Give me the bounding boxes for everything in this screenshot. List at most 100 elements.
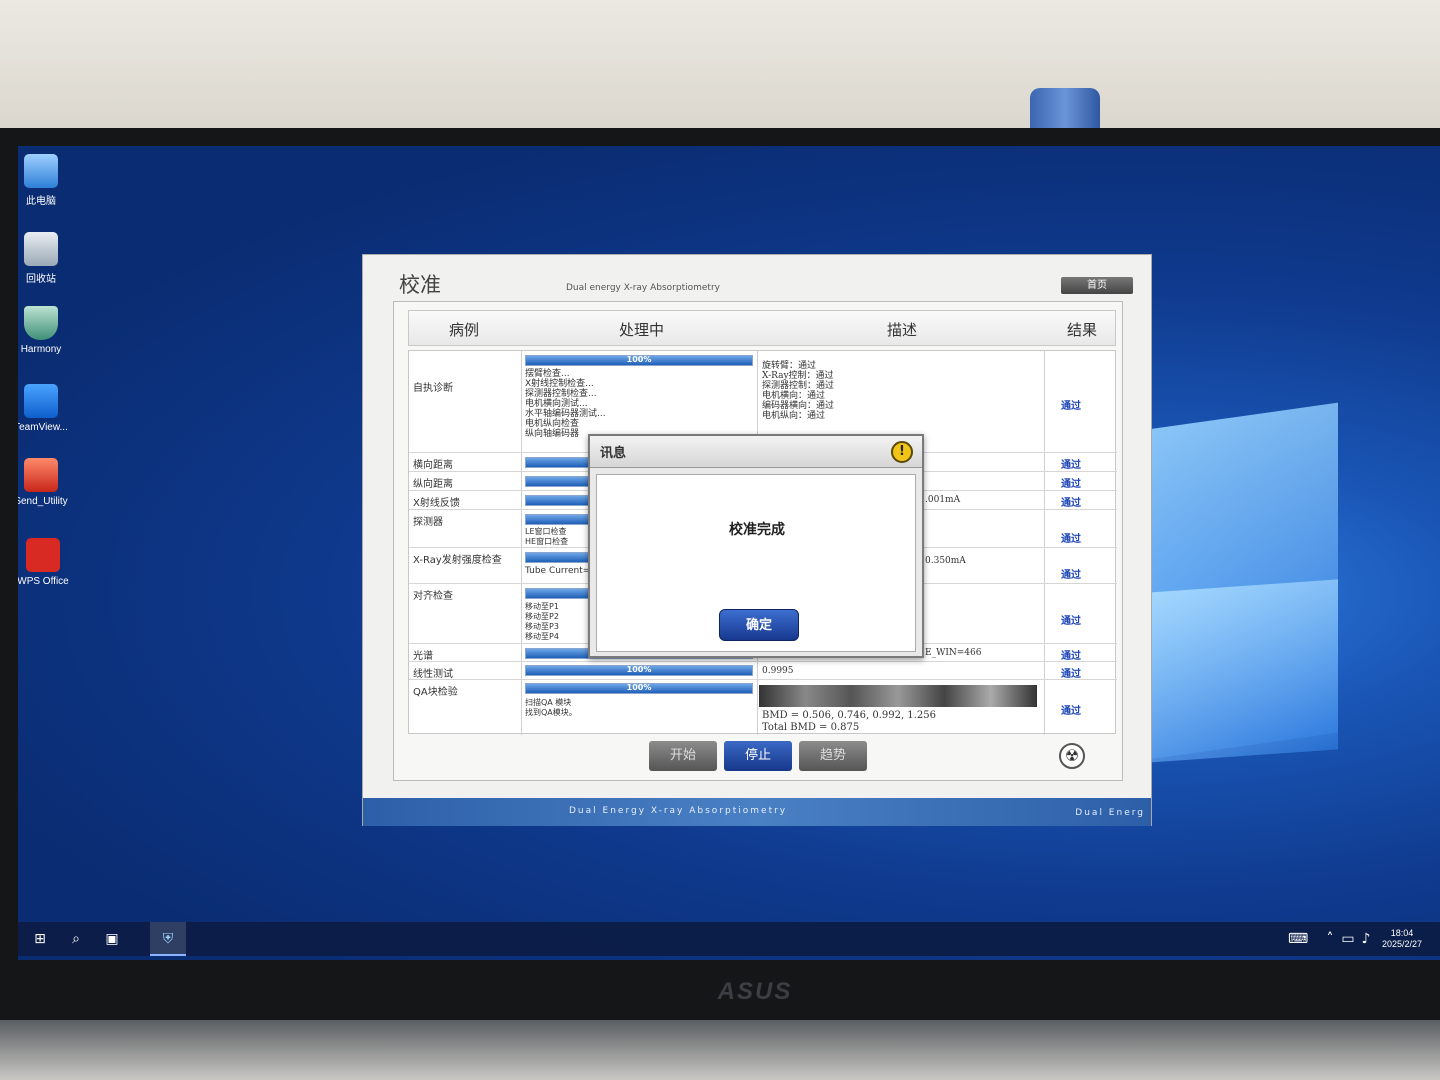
- row-name: QA块检验: [413, 687, 458, 698]
- desktop-icon-send-utility[interactable]: Send_Utility: [18, 458, 76, 507]
- window-subtitle: Dual energy X-ray Absorptiometry: [566, 283, 720, 293]
- desktop-icon-label: WPS Office: [18, 576, 69, 587]
- result-pass: 通过: [1061, 570, 1081, 581]
- desc-line: 电机横向：通过: [762, 391, 826, 401]
- progress-bar: 100%: [525, 665, 753, 676]
- log-line: 移动至P4: [525, 632, 559, 641]
- desktop-icon-label: TeamView...: [18, 422, 68, 433]
- chevron-up-icon[interactable]: ˄: [1320, 929, 1340, 949]
- wps-icon: [26, 538, 60, 572]
- desc-line: 旋转臂：通过: [762, 361, 817, 371]
- row-name: X-Ray发射强度检查: [413, 555, 502, 566]
- result-pass: 通过: [1061, 479, 1081, 490]
- network-icon[interactable]: ▭: [1338, 929, 1358, 949]
- description-text: BMD = 0.506, 0.746, 0.992, 1.256 Total B…: [762, 710, 936, 734]
- windows-start-icon[interactable]: ⊞: [30, 929, 50, 949]
- log-line: 探测器控制检查...: [525, 389, 597, 399]
- log-line: 移动至P1: [525, 602, 559, 611]
- log-line: 找到QA模块。: [525, 708, 577, 717]
- desk: [0, 1020, 1440, 1080]
- log-line: HE窗口检查: [525, 537, 569, 546]
- result-pass: 通过: [1061, 616, 1081, 627]
- desktop-icon-label: Send_Utility: [18, 496, 68, 507]
- window-footer: Dual Energy X-ray Absorptiometry Dual En…: [363, 798, 1151, 826]
- description-text: 旋转臂：通过 X-Ray控制：通过 探测器控制：通过 电机横向：通过 编码器横向…: [762, 361, 834, 421]
- result-pass: 通过: [1061, 460, 1081, 471]
- desktop-icon-teamviewer[interactable]: TeamView...: [18, 384, 76, 433]
- dialog-header: 讯息 !: [590, 436, 922, 468]
- desc-line: 探测器控制：通过: [762, 381, 835, 391]
- search-icon[interactable]: ⌕: [66, 929, 86, 949]
- log-line: 摆臂检查...: [525, 369, 570, 379]
- desktop-icon-harmony[interactable]: Harmony: [18, 306, 76, 355]
- log-line: 水平轴编码器测试...: [525, 409, 606, 419]
- progress-label: 100%: [626, 355, 652, 364]
- log-line: 移动至P3: [525, 622, 559, 631]
- home-button[interactable]: 首页: [1061, 277, 1133, 294]
- desc-line: X-Ray控制：通过: [762, 371, 834, 381]
- taskbar-app-harmony[interactable]: ⛨: [150, 922, 186, 956]
- ok-button[interactable]: 确定: [719, 609, 799, 641]
- process-log: 摆臂检查... X射线控制检查... 探测器控制检查... 电机横向测试... …: [525, 369, 606, 439]
- dialog-message: 校准完成: [729, 522, 785, 538]
- description-text: 0.9995: [762, 666, 794, 676]
- column-header-processing: 处理中: [619, 321, 665, 339]
- column-header-case: 病例: [449, 321, 480, 339]
- wallpaper-window-glow-lower: [1148, 579, 1338, 763]
- log-line: 移动至P2: [525, 612, 559, 621]
- process-log: LE窗口检查 HE窗口检查: [525, 527, 568, 547]
- column-header-description: 描述: [887, 321, 918, 339]
- desktop-icon-wps-office[interactable]: WPS Office: [18, 538, 78, 587]
- dialog-body: 校准完成 确定: [596, 474, 916, 652]
- monitor-brand: ASUS: [717, 978, 793, 1005]
- message-dialog: 讯息 ! 校准完成 确定: [588, 434, 924, 658]
- log-line: LE窗口检查: [525, 527, 567, 536]
- desktop-icon-computer[interactable]: 此电脑: [18, 154, 76, 207]
- result-pass: 通过: [1061, 669, 1081, 680]
- input-method-icon[interactable]: ⌨: [1288, 929, 1308, 949]
- row-name: 横向距离: [413, 460, 453, 471]
- radiation-icon[interactable]: ☢: [1059, 743, 1085, 769]
- process-log: 扫描QA 模块 找到QA模块。: [525, 698, 577, 718]
- log-line: X射线控制检查...: [525, 379, 594, 389]
- desktop-icon-recycle-bin[interactable]: 回收站: [18, 232, 76, 285]
- table-header: 病例 处理中 描述 结果: [408, 310, 1116, 346]
- desktop-icon-label: Harmony: [20, 344, 62, 355]
- column-header-result: 结果: [1067, 321, 1098, 339]
- task-view-icon[interactable]: ▣: [102, 929, 122, 949]
- recycle-bin-icon: [24, 232, 58, 266]
- desktop-icon-label: 此电脑: [26, 196, 56, 207]
- description-text: 0.350mA: [925, 556, 966, 566]
- row-name: 光谱: [413, 651, 433, 662]
- desc-line: BMD = 0.506, 0.746, 0.992, 1.256: [762, 710, 936, 721]
- volume-icon[interactable]: ♪: [1356, 929, 1376, 949]
- row-name: 对齐检查: [413, 591, 453, 602]
- row-name: 自执诊断: [413, 383, 453, 394]
- start-button[interactable]: 开始: [649, 741, 717, 771]
- stop-button[interactable]: 停止: [724, 741, 792, 771]
- row-name: X射线反馈: [413, 498, 460, 509]
- progress-label: 100%: [626, 665, 652, 674]
- table-row-linearity-test: 线性测试 100% 0.9995 通过: [409, 662, 1117, 680]
- taskbar: ⊞ ⌕ ▣ ⛨ ⌨ ˄ ▭ ♪ 18:04 2025/2/27: [18, 922, 1440, 956]
- computer-icon: [24, 154, 58, 188]
- desktop-icon-label: 回收站: [26, 274, 56, 285]
- progress-bar: 100%: [525, 355, 753, 366]
- progress-bar: 100%: [525, 683, 753, 694]
- desc-line: 编码器横向：通过: [762, 401, 835, 411]
- warning-icon: !: [891, 441, 913, 463]
- process-log: Tube Current=: [525, 566, 591, 576]
- clock-time: 18:04: [1390, 928, 1414, 938]
- result-pass: 通过: [1061, 534, 1081, 545]
- teamviewer-icon: [24, 384, 58, 418]
- system-clock[interactable]: 18:04 2025/2/27: [1382, 928, 1422, 950]
- desc-line: Total BMD = 0.875: [762, 722, 860, 733]
- desc-line: 电机纵向：通过: [762, 411, 826, 421]
- description-text: E_WIN=466: [925, 648, 982, 658]
- result-pass: 通过: [1061, 401, 1081, 412]
- process-log: 移动至P1 移动至P2 移动至P3 移动至P4: [525, 602, 559, 642]
- row-name: 探测器: [413, 517, 443, 528]
- qa-scan-image: [759, 685, 1037, 707]
- trend-button[interactable]: 趋势: [799, 741, 867, 771]
- clock-date: 2025/2/27: [1381, 939, 1422, 949]
